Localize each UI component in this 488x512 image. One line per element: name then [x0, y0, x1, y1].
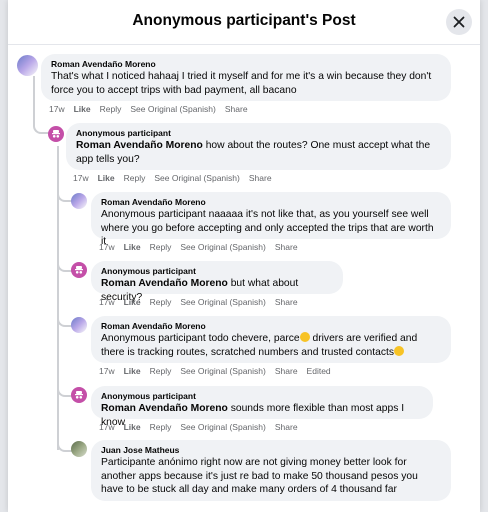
- avatar[interactable]: [71, 317, 87, 333]
- comment-time[interactable]: 17w: [99, 366, 115, 376]
- comment-actions: 17w Like Reply See Original (Spanish) Share: [99, 422, 307, 432]
- grimacing-emoji-icon: [299, 332, 310, 342]
- comment-text-part: Anonymous participant todo chevere, parc…: [101, 333, 300, 344]
- comment-mention[interactable]: Roman Avendaño Moreno: [101, 278, 228, 289]
- like-button[interactable]: Like: [74, 104, 91, 114]
- comment-bubble: Anonymous participant Roman Avendaño Mor…: [91, 386, 433, 428]
- anonymous-icon: [52, 130, 60, 138]
- modal-header: Anonymous participant's Post: [8, 0, 480, 45]
- comment-time[interactable]: 17w: [73, 173, 89, 183]
- comment-text: That's what I noticed hahaaj I tried it …: [51, 71, 432, 96]
- like-button[interactable]: Like: [98, 173, 115, 183]
- comment-actions: 17w Like Reply See Original (Spanish) Share: [99, 242, 307, 252]
- comment-bubble: Juan Jose Matheus Participante anónimo r…: [91, 440, 451, 501]
- avatar[interactable]: [71, 387, 87, 403]
- avatar[interactable]: [71, 262, 87, 278]
- avatar[interactable]: [48, 126, 64, 142]
- comment-author[interactable]: Anonymous participant: [76, 128, 441, 139]
- post-modal: Anonymous participant's Post Roman Avend…: [8, 0, 480, 512]
- comment-mention[interactable]: Roman Avendaño Moreno: [76, 140, 203, 151]
- anonymous-icon: [75, 391, 83, 399]
- comment-author[interactable]: Anonymous participant: [101, 266, 333, 277]
- comment-actions: 17w Like Reply See Original (Spanish) Share: [49, 104, 257, 114]
- share-button[interactable]: Share: [225, 104, 248, 114]
- comment-author[interactable]: Roman Avendaño Moreno: [51, 59, 441, 70]
- reply-button[interactable]: Reply: [124, 173, 146, 183]
- share-button[interactable]: Share: [275, 297, 298, 307]
- see-original-link[interactable]: See Original (Spanish): [130, 104, 216, 114]
- comment-actions: 17w Like Reply See Original (Spanish) Share: [73, 173, 281, 183]
- comment-time[interactable]: 17w: [49, 104, 65, 114]
- comment-actions: 17w Like Reply See Original (Spanish) Share: [99, 297, 307, 307]
- comment-text: Roman Avendaño Moreno how about the rout…: [76, 139, 441, 166]
- close-icon: [453, 16, 465, 28]
- wink-emoji-icon: [394, 345, 405, 356]
- comment-author[interactable]: Roman Avendaño Moreno: [101, 321, 441, 332]
- comment-bubble: Roman Avendaño Moreno Anonymous particip…: [91, 192, 451, 247]
- thread-line: [33, 76, 35, 124]
- share-button[interactable]: Share: [275, 366, 298, 376]
- see-original-link[interactable]: See Original (Spanish): [180, 366, 266, 376]
- see-original-link[interactable]: See Original (Spanish): [180, 422, 266, 432]
- comment-bubble: Roman Avendaño Moreno Anonymous particip…: [91, 316, 451, 363]
- comment-text: Anonymous participant todo chevere, parc…: [101, 332, 441, 359]
- like-button[interactable]: Like: [124, 297, 141, 307]
- like-button[interactable]: Like: [124, 242, 141, 252]
- comment-author[interactable]: Anonymous participant: [101, 391, 423, 402]
- comment-bubble: Anonymous participant Roman Avendaño Mor…: [66, 123, 451, 170]
- see-original-link[interactable]: See Original (Spanish): [154, 173, 240, 183]
- avatar[interactable]: [71, 193, 87, 209]
- comment-time[interactable]: 17w: [99, 422, 115, 432]
- like-button[interactable]: Like: [124, 366, 141, 376]
- comment-bubble: Roman Avendaño Moreno That's what I noti…: [41, 54, 451, 101]
- comment-mention[interactable]: Roman Avendaño Moreno: [101, 403, 228, 414]
- comment-author[interactable]: Roman Avendaño Moreno: [101, 197, 441, 208]
- reply-button[interactable]: Reply: [150, 297, 172, 307]
- see-original-link[interactable]: See Original (Spanish): [180, 297, 266, 307]
- comment-bubble: Anonymous participant Roman Avendaño Mor…: [91, 261, 343, 303]
- comment-text: Participante anónimo right now are not g…: [101, 457, 418, 495]
- comment-time[interactable]: 17w: [99, 242, 115, 252]
- reply-button[interactable]: Reply: [100, 104, 122, 114]
- share-button[interactable]: Share: [249, 173, 272, 183]
- edited-label[interactable]: Edited: [307, 366, 331, 376]
- reply-button[interactable]: Reply: [150, 366, 172, 376]
- comment-time[interactable]: 17w: [99, 297, 115, 307]
- share-button[interactable]: Share: [275, 422, 298, 432]
- avatar[interactable]: [71, 441, 87, 457]
- anonymous-icon: [75, 266, 83, 274]
- comment-actions: 17w Like Reply See Original (Spanish) Share E…: [99, 366, 340, 376]
- close-button[interactable]: [446, 9, 472, 35]
- reply-button[interactable]: Reply: [150, 422, 172, 432]
- see-original-link[interactable]: See Original (Spanish): [180, 242, 266, 252]
- like-button[interactable]: Like: [124, 422, 141, 432]
- modal-title: Anonymous participant's Post: [132, 12, 356, 29]
- reply-button[interactable]: Reply: [150, 242, 172, 252]
- comment-author[interactable]: Juan Jose Matheus: [101, 445, 441, 456]
- avatar[interactable]: [17, 55, 38, 76]
- share-button[interactable]: Share: [275, 242, 298, 252]
